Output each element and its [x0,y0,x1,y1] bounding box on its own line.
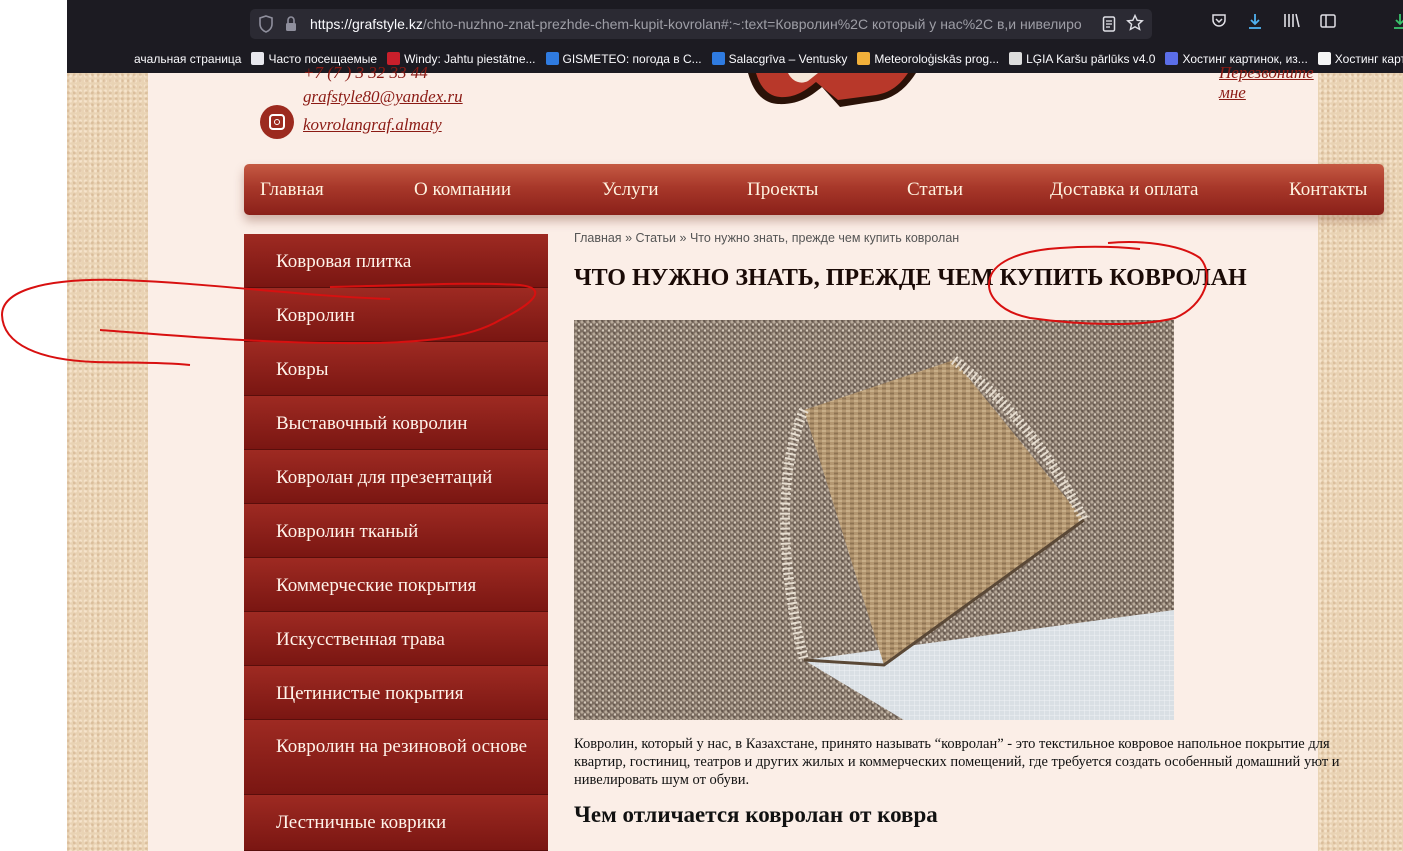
bookmark-label: ачальная страница [134,52,242,66]
bookmark-item[interactable]: LĢIA Karšu pārlūks v4.0 [1009,47,1155,71]
breadcrumb-separator: » [625,231,633,245]
main-nav: Главная О компании Услуги Проекты Статьи Дост… [244,164,1384,215]
library-icon[interactable] [1282,12,1302,34]
bookmark-item[interactable]: GISMETEO: погода в С... [545,47,702,71]
intro-paragraph: Ковролин, который у нас, в Казахстане, п… [574,736,1340,788]
page-background: +7 (7 ) 3 32 33 44 grafstyle80@yandex.ru… [67,63,1403,851]
bookmark-item[interactable]: Meteoroloģiskās prog... [857,47,999,71]
bookmark-favicon-icon [1009,52,1023,65]
instagram-icon[interactable] [260,105,294,139]
nav-item[interactable]: Главная [260,164,324,215]
nav-item[interactable]: Доставка и оплата [1050,164,1198,215]
url-path: /chto-nuzhno-znat-prezhde-chem-kupit-kov… [422,16,1082,32]
email-link[interactable]: grafstyle80@yandex.ru [303,87,463,107]
section-heading: Чем отличается ковролан от ковра [574,802,938,827]
sidebar-item[interactable]: Щетинистые покрытия [244,666,548,720]
logo[interactable] [748,73,918,107]
breadcrumb: Главная » Статьи » Что нужно знать, преж… [574,231,959,245]
sidebar-item[interactable]: Ковры [244,342,548,396]
bookmark-item[interactable]: Хостинг картинок [1317,47,1403,71]
url-host: https://grafstyle.kz [310,16,423,32]
sidebar-item[interactable]: Ковролин [244,288,548,342]
sidebar-item[interactable]: Ковролан для презентаций [244,450,548,504]
pocket-icon[interactable] [1209,12,1229,34]
bookmark-label: Meteoroloģiskās prog... [874,52,1000,66]
phone-link[interactable]: +7 (7 ) 3 32 33 44 [303,63,428,83]
carpet-photo [574,320,1174,720]
bookmark-item[interactable]: Salacgrīva – Ventusky [711,47,848,71]
extension-icon[interactable] [1390,12,1403,34]
bookmark-star-icon[interactable] [1126,14,1144,32]
bookmark-favicon-icon [251,52,265,65]
download-icon[interactable] [1245,12,1265,34]
address-bar[interactable]: https://grafstyle.kz/chto-nuzhno-znat-pr… [250,9,1152,39]
bookmark-favicon-icon [1165,52,1179,65]
nav-item[interactable]: О компании [414,164,511,215]
nav-item[interactable]: Контакты [1289,164,1367,215]
page-title: ЧТО НУЖНО ЗНАТЬ, ПРЕЖДЕ ЧЕМ КУПИТЬ КОВРО… [574,265,1247,291]
bookmark-label: Хостинг картинок [1334,52,1403,66]
bookmark-label: Salacgrīva – Ventusky [728,52,848,66]
breadcrumb-articles[interactable]: Статьи [636,231,677,245]
bookmark-favicon-icon [857,52,871,65]
sidebar-icon[interactable] [1318,12,1338,34]
url-text[interactable]: https://grafstyle.kz/chto-nuzhno-znat-pr… [310,15,1090,33]
instagram-link[interactable]: kovrolangraf.almaty [303,115,442,135]
breadcrumb-current: Что нужно знать, прежде чем купить ковро… [689,231,960,245]
desktop-margin [0,0,67,851]
nav-item[interactable]: Статьи [907,164,963,215]
browser-toolbar: https://grafstyle.kz/chto-nuzhno-znat-pr… [67,0,1403,73]
breadcrumb-separator: » [679,231,687,245]
bookmark-label: LĢIA Karšu pārlūks v4.0 [1026,52,1156,66]
bookmark-favicon-icon [711,52,725,65]
sidebar-item[interactable]: Коммерческие покрытия [244,558,548,612]
bookmark-favicon-icon [545,52,559,65]
sidebar-item[interactable]: Ковролин тканый [244,504,548,558]
bookmark-item[interactable]: ачальная страница [134,47,241,71]
sidebar-item[interactable]: Ковровая плитка [244,234,548,288]
content-area: +7 (7 ) 3 32 33 44 grafstyle80@yandex.ru… [148,63,1384,851]
nav-item[interactable]: Услуги [602,164,659,215]
bookmark-label: GISMETEO: погода в С... [562,52,702,66]
sidebar-item[interactable]: Искусственная трава [244,612,548,666]
callback-link[interactable]: Перезвоните мне [1219,63,1318,103]
sidebar-item[interactable]: Ковролин на резиновой основе [244,720,548,795]
breadcrumb-home[interactable]: Главная [574,231,622,245]
sidebar-item[interactable]: Выставочный ковролин [244,396,548,450]
sidebar-item[interactable]: Лестничные коврики [244,795,548,851]
lock-icon[interactable] [284,15,298,33]
bookmark-favicon-icon [1317,52,1331,65]
category-sidebar: Ковровая плитка Ковролин Ковры Выставочный … [244,234,548,851]
reader-view-icon[interactable] [1102,15,1116,33]
shield-icon[interactable] [258,15,274,33]
nav-item[interactable]: Проекты [747,164,818,215]
